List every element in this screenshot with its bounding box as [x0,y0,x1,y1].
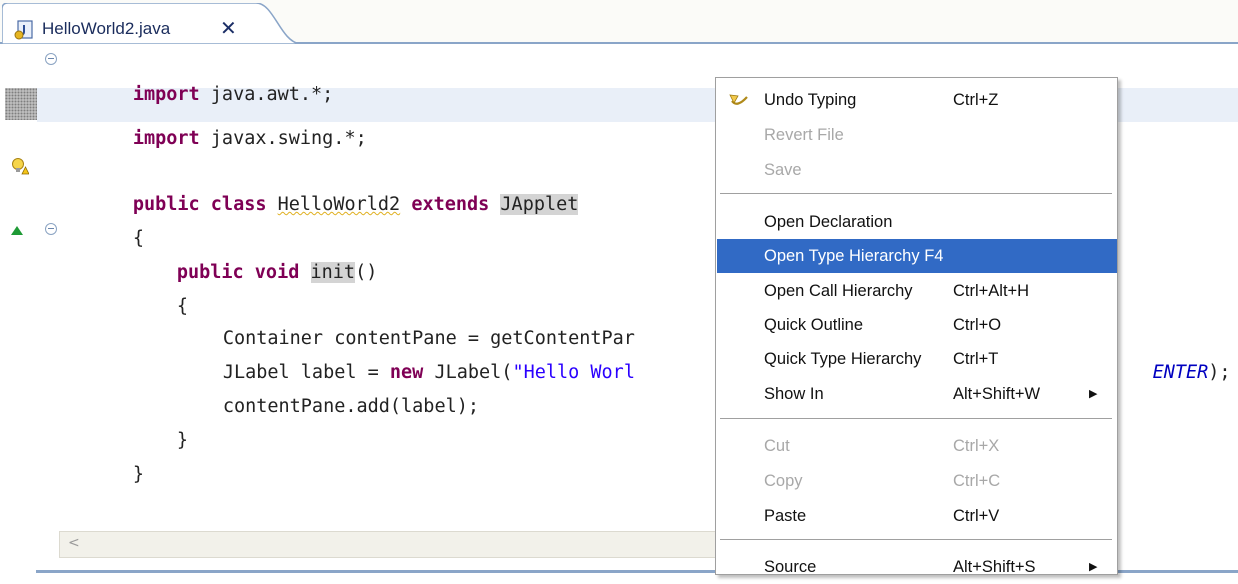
keyword: class [210,194,267,215]
fold-collapse-icon[interactable] [45,223,57,235]
menu-item-shortcut: Ctrl+V [953,507,1000,525]
code-line: { [110,256,188,317]
submenu-arrow-icon: ▶ [1089,388,1098,400]
class-name: HelloWorld2 [277,194,401,215]
context-menu: Undo Typing Ctrl+Z Revert File Save Open… [715,77,1118,576]
code-line: JLabel label = new JLabel("Hello Worl [156,322,635,383]
warning-lightbulb-icon[interactable] [11,157,29,175]
submenu-arrow-icon: ▶ [1089,561,1098,573]
menu-item-shortcut: Alt+Shift+S [953,558,1036,576]
menu-separator [720,539,1112,540]
vertical-ruler [0,44,37,575]
horizontal-scrollbar[interactable]: < [59,531,720,558]
editor-tab-bar: HelloWorld2.java ✕ [0,0,1238,44]
menu-item-label: Show In [764,385,824,403]
menu-item-quick-type-hierarchy[interactable]: Quick Type Hierarchy Ctrl+T [717,342,1117,376]
code-line: import javax.swing.*; [66,88,367,149]
menu-item-label: Revert File [764,126,844,144]
constant: ENTER [1152,362,1209,383]
code-line: import java.awt.*; [66,44,333,105]
menu-separator [720,418,1112,419]
occurrence-highlight: init [310,262,356,283]
menu-item-shortcut: Ctrl+X [953,437,1000,455]
menu-item-open-type-hierarchy[interactable]: Open Type Hierarchy F4 [717,239,1117,273]
code-line: public void init() [110,222,377,283]
scroll-left-icon[interactable]: < [68,535,80,551]
menu-item-quick-outline[interactable]: Quick Outline Ctrl+O [717,308,1117,342]
java-file-icon [14,20,33,40]
menu-separator [720,193,1112,194]
override-triangle-icon[interactable] [11,226,23,235]
menu-item-revert-file[interactable]: Revert File [717,118,1117,152]
code-text: contentPane.add(label); [222,396,480,417]
keyword: extends [411,194,490,215]
menu-item-shortcut: Ctrl+O [953,316,1002,334]
menu-item-label: Quick Type Hierarchy [764,350,922,368]
menu-item-copy[interactable]: Copy Ctrl+C [717,464,1117,498]
code-line: { [66,188,144,249]
selection-overview-marker [5,88,37,120]
code-text: () [355,262,378,283]
menu-item-shortcut: Ctrl+Z [953,91,999,109]
menu-item-label: Undo Typing [764,91,857,109]
code-line: } [66,424,144,485]
menu-item-shortcut: Alt+Shift+W [953,385,1041,403]
menu-item-label: Cut [764,437,790,455]
menu-item-label: Save [764,161,802,179]
menu-item-shortcut: Ctrl+Alt+H [953,282,1030,300]
code-text: } [132,464,144,485]
menu-item-open-declaration[interactable]: Open Declaration [717,205,1117,239]
menu-item-label: Copy [764,472,803,490]
menu-item-cut[interactable]: Cut Ctrl+X [717,429,1117,463]
undo-icon [729,94,748,105]
menu-item-undo-typing[interactable]: Undo Typing Ctrl+Z [717,83,1117,117]
menu-item-shortcut: Ctrl+C [953,472,1001,490]
menu-item-label: Quick Outline [764,316,864,334]
string-literal: "Hello Worl [512,362,635,383]
menu-item-label: Open Call Hierarchy [764,282,913,300]
menu-item-open-call-hierarchy[interactable]: Open Call Hierarchy Ctrl+Alt+H [717,274,1117,308]
code-line: Container contentPane = getContentPar [156,288,635,349]
menu-item-show-in[interactable]: Show In Alt+Shift+W ▶ [717,377,1117,411]
code-line: public class HelloWorld2 extends JApplet [66,154,579,215]
menu-item-paste[interactable]: Paste Ctrl+V [717,499,1117,533]
keyword: import [132,128,200,149]
keyword: void [254,262,300,283]
menu-item-source[interactable]: Source Alt+Shift+S ▶ [717,550,1117,584]
tab-label: HelloWorld2.java [42,19,171,38]
code-line: contentPane.add(label); [156,356,479,417]
code-line-tail: ENTER); [1108,322,1231,383]
menu-item-save[interactable]: Save [717,153,1117,187]
menu-item-label: Open Type Hierarchy F4 [764,247,944,265]
source-code: import java.awt.*; import javax.swing.*;… [66,44,635,548]
menu-item-label: Open Declaration [764,213,893,231]
code-text: javax.swing.*; [199,128,367,149]
occurrence-highlight: JApplet [500,194,579,215]
fold-collapse-icon[interactable] [45,53,57,65]
code-text: } [176,430,188,451]
menu-item-label: Source [764,558,817,576]
close-tab-icon[interactable]: ✕ [220,16,237,40]
menu-item-label: Paste [764,507,807,525]
menu-item-shortcut: Ctrl+T [953,350,999,368]
code-line: } [110,390,188,451]
tab-helloworld2-java[interactable]: HelloWorld2.java ✕ [2,3,300,44]
code-text: ); [1208,362,1231,383]
